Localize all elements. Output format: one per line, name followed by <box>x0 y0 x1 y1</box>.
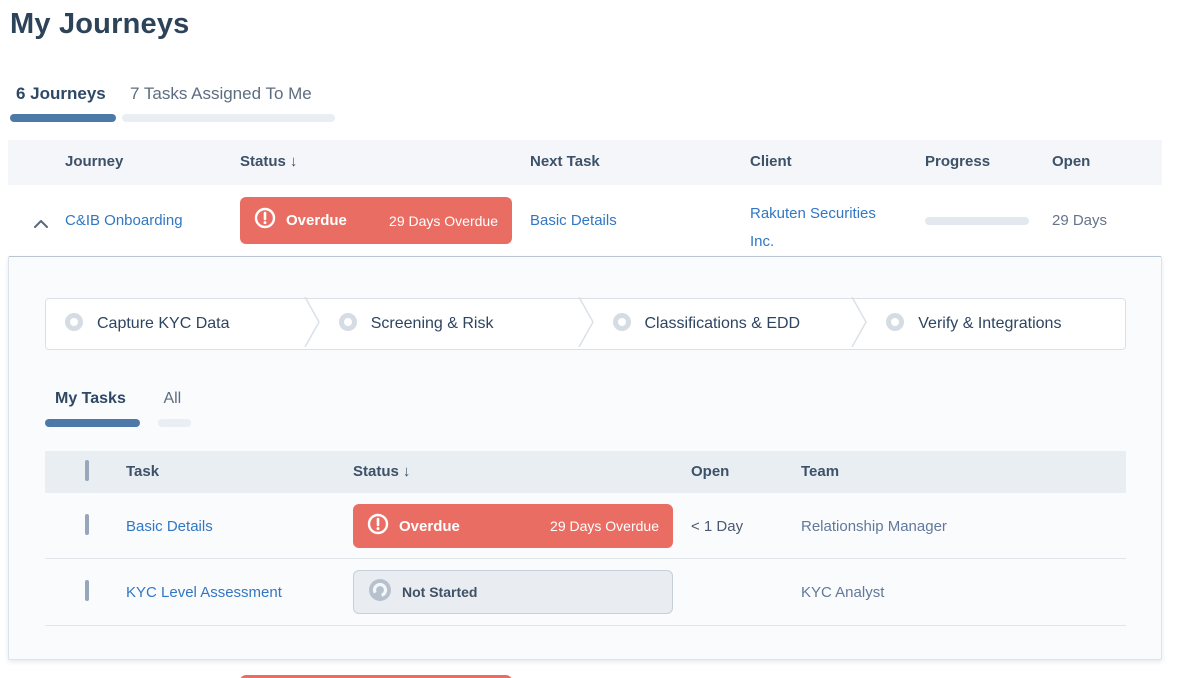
client-link[interactable]: Rakuten Securities Inc. <box>750 200 902 256</box>
journey-row: C&IB Onboarding Overdue 29 Days Overdue … <box>8 185 1162 256</box>
stage-separator-chevron-icon <box>304 297 320 352</box>
task-checkbox[interactable] <box>85 514 89 535</box>
stage-circle-icon <box>885 312 905 337</box>
column-task-status-sort[interactable]: Status↓ <box>353 463 410 480</box>
tab-my-tasks[interactable]: My Tasks <box>45 390 140 427</box>
task-team-value: Relationship Manager <box>801 518 947 535</box>
tasks-table-header: Task Status↓ Open Team <box>45 451 1126 493</box>
stage-separator-chevron-icon <box>851 297 867 352</box>
journeys-table-header: Journey Status↓ Next Task Client Progres… <box>8 140 1162 185</box>
stage-capture-kyc-data[interactable]: Capture KYC Data <box>46 299 304 349</box>
select-all-checkbox[interactable] <box>85 460 89 481</box>
journey-open-days: 29 Days <box>1052 212 1107 229</box>
column-status-sort[interactable]: Status↓ <box>240 153 297 170</box>
column-task-status-label: Status <box>353 463 399 480</box>
tab-journeys[interactable]: 6 Journeys <box>10 84 116 122</box>
status-label: Not Started <box>402 584 477 600</box>
tab-tasks-assigned-label: 7 Tasks Assigned To Me <box>122 84 335 104</box>
tab-journeys-active-bar <box>10 114 116 122</box>
next-task-link[interactable]: Basic Details <box>530 212 617 229</box>
column-progress: Progress <box>925 153 990 170</box>
status-detail: 29 Days Overdue <box>550 518 659 534</box>
stage-classifications-edd[interactable]: Classifications & EDD <box>594 299 852 349</box>
journey-progress-bar <box>925 217 1029 225</box>
tasks-table: Task Status↓ Open Team Basic Details Ove… <box>45 451 1126 626</box>
column-status-label: Status <box>240 153 286 170</box>
column-client: Client <box>750 153 792 170</box>
task-link[interactable]: KYC Level Assessment <box>126 584 282 601</box>
task-link[interactable]: Basic Details <box>126 518 213 535</box>
task-tabs: My Tasks All <box>45 390 191 427</box>
stage-circle-icon <box>338 312 358 337</box>
stage-label: Verify & Integrations <box>918 315 1061 333</box>
tab-tasks-assigned-to-me[interactable]: 7 Tasks Assigned To Me <box>122 84 335 122</box>
task-checkbox[interactable] <box>85 580 89 601</box>
stage-label: Screening & Risk <box>371 315 494 333</box>
tab-tasks-assigned-bar <box>122 114 335 122</box>
task-row-basic-details: Basic Details Overdue 29 Days Overdue < … <box>45 493 1126 559</box>
tab-my-tasks-active-bar <box>45 419 140 427</box>
tab-my-tasks-label: My Tasks <box>45 390 140 408</box>
task-team-value: KYC Analyst <box>801 584 884 601</box>
journey-stage-stepper: Capture KYC Data Screening & Risk Classi… <box>45 298 1126 350</box>
stage-verify-integrations[interactable]: Verify & Integrations <box>867 299 1125 349</box>
alert-circle-icon <box>254 207 276 234</box>
column-next-task: Next Task <box>530 153 600 170</box>
task-open-value: < 1 Day <box>691 518 743 535</box>
stage-label: Classifications & EDD <box>645 315 801 333</box>
column-task: Task <box>126 463 159 480</box>
stage-separator-chevron-icon <box>578 297 594 352</box>
my-journeys-page: My Journeys 6 Journeys 7 Tasks Assigned … <box>0 0 1183 678</box>
task-status-badge-overdue: Overdue 29 Days Overdue <box>353 504 673 548</box>
sort-down-arrow-icon: ↓ <box>403 463 411 480</box>
sort-down-arrow-icon: ↓ <box>290 153 298 170</box>
task-status-badge-not-started: Not Started <box>353 570 673 614</box>
tab-all-bar <box>158 419 191 427</box>
collapse-chevron-up-icon[interactable] <box>34 215 48 233</box>
column-task-team: Team <box>801 463 839 480</box>
alert-circle-icon <box>367 513 389 540</box>
journey-detail-panel: Capture KYC Data Screening & Risk Classi… <box>8 256 1162 660</box>
column-task-open: Open <box>691 463 729 480</box>
stage-circle-icon <box>612 312 632 337</box>
stage-screening-risk[interactable]: Screening & Risk <box>320 299 578 349</box>
status-detail: 29 Days Overdue <box>389 213 498 229</box>
column-open: Open <box>1052 153 1090 170</box>
not-started-circle-icon <box>368 578 392 607</box>
stage-circle-icon <box>64 312 84 337</box>
journey-status-badge: Overdue 29 Days Overdue <box>240 197 512 244</box>
column-journey: Journey <box>65 153 123 170</box>
task-row-kyc-level-assessment: KYC Level Assessment Not Started KYC Ana… <box>45 559 1126 626</box>
journey-link[interactable]: C&IB Onboarding <box>65 212 183 229</box>
status-label: Overdue <box>399 518 460 535</box>
tab-all-label: All <box>158 390 191 408</box>
stage-label: Capture KYC Data <box>97 315 230 333</box>
tab-journeys-label: 6 Journeys <box>10 84 116 104</box>
page-title: My Journeys <box>10 8 190 41</box>
tab-all[interactable]: All <box>158 390 191 427</box>
status-label: Overdue <box>286 212 347 229</box>
